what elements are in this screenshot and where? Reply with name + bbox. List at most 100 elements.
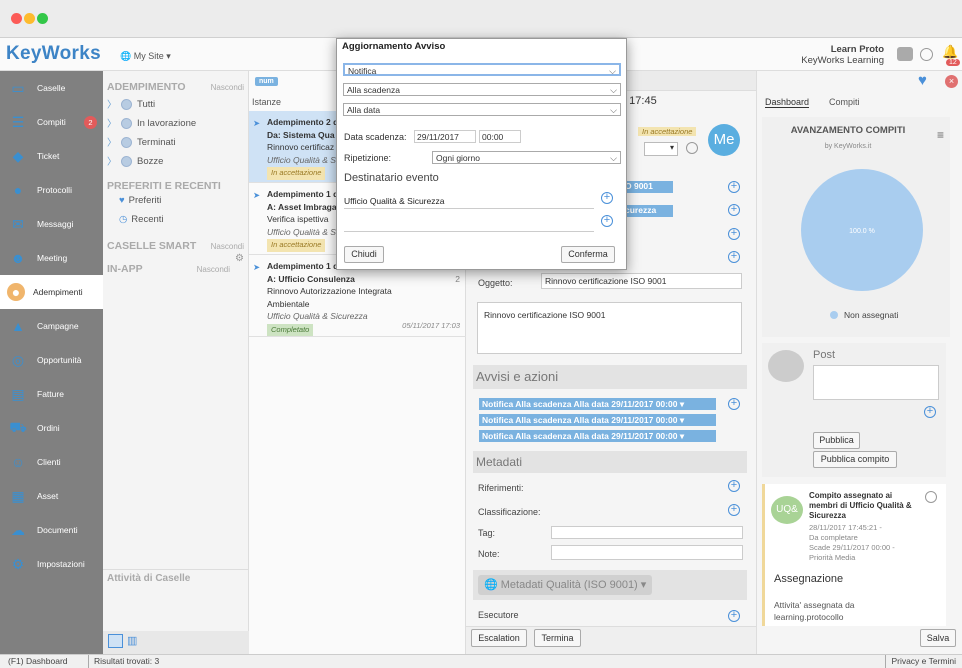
- sidebar-item-documenti[interactable]: ☁ Documenti: [0, 513, 103, 547]
- add-recipient-icon[interactable]: +: [601, 192, 613, 204]
- minimize-window-button[interactable]: [24, 13, 35, 24]
- avviso-chip[interactable]: Notifica Alla scadenza Alla data 29/11/2…: [479, 430, 716, 442]
- task-due: Scade 29/11/2017 00:00 -: [809, 543, 895, 552]
- sidebar-item-campagne[interactable]: ▲ Campagne: [0, 309, 103, 343]
- avviso-chip[interactable]: Notifica Alla scadenza Alla data 29/11/2…: [479, 398, 716, 410]
- metadata-chip[interactable]: curezza: [622, 205, 673, 217]
- priority-dropdown[interactable]: ▾: [644, 142, 678, 156]
- sidebar-item-opportunit-[interactable]: ◎ Opportunità: [0, 343, 103, 377]
- sidebar-item-caselle[interactable]: ▭ Caselle: [0, 71, 103, 105]
- note-textarea[interactable]: [551, 545, 743, 560]
- sidebar-item-label: Impostazioni: [37, 559, 85, 569]
- task-checkbox[interactable]: [925, 491, 937, 503]
- menu-icon[interactable]: ≡: [937, 128, 944, 142]
- sidebar-item-meeting[interactable]: ☻ Meeting: [0, 241, 103, 275]
- add-icon[interactable]: +: [728, 251, 740, 263]
- post-textarea[interactable]: [813, 365, 939, 400]
- tasks-icon: ☰: [11, 113, 25, 130]
- sidebar-item-label: Documenti: [37, 525, 78, 535]
- sidebar-item-ticket[interactable]: ◆ Ticket: [0, 139, 103, 173]
- map-view-icon[interactable]: ▥: [127, 634, 137, 647]
- sidebar-item-ordini[interactable]: ⛟ Ordini: [0, 411, 103, 445]
- metadata-chip[interactable]: O 9001: [622, 181, 673, 193]
- reference-value: Alla data: [347, 105, 381, 115]
- termina-button[interactable]: Termina: [534, 629, 581, 647]
- add-icon[interactable]: +: [728, 610, 740, 622]
- pubblica-compito-button[interactable]: Pubblica compito: [813, 451, 897, 468]
- sidebar-item-label: Ticket: [37, 151, 60, 161]
- bell-icon[interactable]: 🔔: [942, 44, 958, 60]
- add-icon[interactable]: +: [728, 181, 740, 193]
- status-circle-icon[interactable]: [920, 48, 933, 61]
- table-view-icon[interactable]: [108, 634, 123, 648]
- repeat-value: Ogni giorno: [436, 153, 480, 163]
- preferiti-link[interactable]: ♥ Preferiti: [119, 195, 161, 206]
- oggetto-input[interactable]: Rinnovo certificazione ISO 9001: [541, 273, 742, 289]
- notification-badge: 12: [946, 59, 960, 66]
- sidebar-item-adempimenti[interactable]: ● Adempimenti: [0, 275, 103, 309]
- sidebar-item-compiti[interactable]: ☰ Compiti 2: [0, 105, 103, 139]
- pubblica-button[interactable]: Pubblica: [813, 432, 860, 449]
- reference-select[interactable]: Alla data ⌵: [343, 103, 621, 116]
- app-logo[interactable]: KeyWorks: [6, 43, 101, 65]
- send-icon: ➤: [253, 118, 261, 128]
- close-icon[interactable]: ×: [945, 75, 958, 88]
- dashboard-shortcut[interactable]: (F1) Dashboard: [8, 655, 68, 668]
- save-button[interactable]: Salva: [920, 629, 956, 647]
- close-button[interactable]: Chiudi: [344, 246, 384, 263]
- sidebar-item-clienti[interactable]: ☺ Clienti: [0, 445, 103, 479]
- item-from: A: Ufficio Consulenza: [267, 273, 355, 284]
- hide-link[interactable]: Nascondi: [197, 265, 230, 274]
- tree-label: Bozze: [137, 155, 164, 167]
- privacy-link[interactable]: Privacy e Termini: [885, 655, 956, 668]
- chevron-down-icon: ⌵: [610, 153, 617, 163]
- avviso-chip[interactable]: Notifica Alla scadenza Alla data 29/11/2…: [479, 414, 716, 426]
- add-icon[interactable]: +: [728, 480, 740, 492]
- site-selector[interactable]: 🌐 My Site ▾: [120, 51, 171, 62]
- add-icon[interactable]: +: [728, 204, 740, 216]
- when-select[interactable]: Alla scadenza ⌵: [343, 83, 621, 96]
- item-date: 05/11/2017 17:03: [402, 320, 460, 330]
- add-recipient-icon[interactable]: +: [601, 215, 613, 227]
- sidebar-item-asset[interactable]: ▦ Asset: [0, 479, 103, 513]
- description-textarea[interactable]: Rinnovo certificazione ISO 9001: [477, 302, 742, 354]
- post-title: Post: [813, 349, 836, 361]
- tag-input[interactable]: [551, 526, 743, 539]
- tree-item-tutti[interactable]: 〉 Tutti: [107, 97, 155, 111]
- user-menu[interactable]: Learn Proto KeyWorks Learning: [801, 44, 884, 66]
- due-date-input[interactable]: 29/11/2017: [414, 130, 476, 143]
- status-badge: In accettazione: [267, 239, 326, 252]
- user-avatar[interactable]: [897, 47, 913, 61]
- sidebar-item-messaggi[interactable]: ✉ Messaggi: [0, 207, 103, 241]
- tab-compiti[interactable]: Compiti: [829, 97, 860, 107]
- escalation-button[interactable]: Escalation: [471, 629, 527, 647]
- add-icon[interactable]: +: [728, 228, 740, 240]
- sidebar-item-impostazioni[interactable]: ⚙ Impostazioni: [0, 547, 103, 581]
- sort-chip[interactable]: num: [255, 77, 278, 86]
- sidebar-item-fatture[interactable]: ▤ Fatture: [0, 377, 103, 411]
- hide-link[interactable]: Nascondi: [211, 83, 244, 92]
- close-window-button[interactable]: [11, 13, 22, 24]
- sidebar-item-protocolli[interactable]: ● Protocolli: [0, 173, 103, 207]
- qualita-dropdown[interactable]: 🌐 Metadati Qualità (ISO 9001) ▾: [478, 575, 653, 595]
- tab-dashboard[interactable]: Dashboard: [765, 97, 810, 108]
- tree-item-bozze[interactable]: 〉 Bozze: [107, 154, 163, 168]
- gear-icon[interactable]: ⚙: [235, 253, 244, 264]
- maximize-window-button[interactable]: [37, 13, 48, 24]
- favorite-heart-icon[interactable]: ♥: [918, 73, 934, 88]
- protocol-icon: ●: [13, 182, 23, 198]
- cart-icon: ⛟: [9, 418, 27, 435]
- add-icon[interactable]: +: [924, 406, 936, 418]
- due-time-input[interactable]: 00:00: [479, 130, 521, 143]
- repeat-select[interactable]: Ogni giorno ⌵: [432, 151, 621, 164]
- complete-checkbox[interactable]: [686, 142, 698, 154]
- recenti-link[interactable]: ◷ Recenti: [119, 214, 164, 225]
- confirm-button[interactable]: Conferma: [561, 246, 615, 263]
- hide-link[interactable]: Nascondi: [211, 242, 244, 251]
- tree-item-in-lavorazione[interactable]: 〉 In lavorazione: [107, 116, 196, 130]
- type-select[interactable]: Notifica ⌵: [343, 63, 621, 76]
- add-avviso-icon[interactable]: +: [728, 398, 740, 410]
- add-icon[interactable]: +: [728, 504, 740, 516]
- heart-icon: ♥: [119, 195, 125, 206]
- tree-item-terminati[interactable]: 〉 Terminati: [107, 135, 176, 149]
